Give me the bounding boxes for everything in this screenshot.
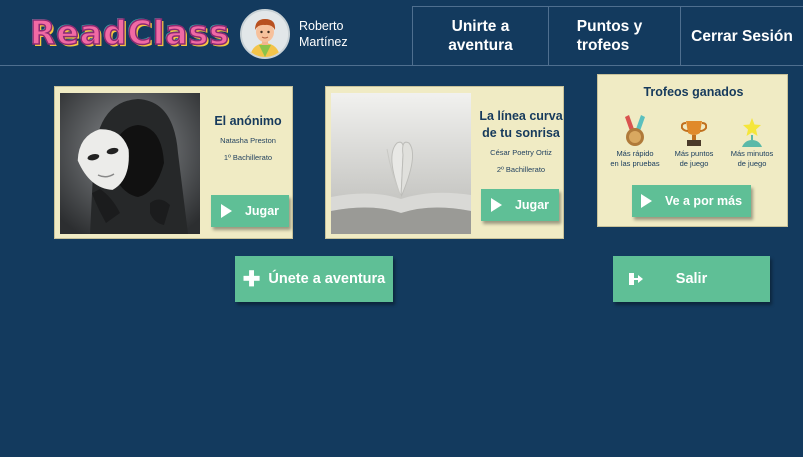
sign-out-icon	[629, 273, 643, 285]
nav-points-line2: trofeos	[576, 37, 630, 54]
app-logo: ReadClass	[29, 12, 230, 53]
nav-join-line2: aventura	[448, 37, 513, 54]
trophy-item: Más minutos de juego	[721, 113, 783, 168]
exit-button[interactable]: Salir	[613, 256, 770, 302]
trophies-card: Trofeos ganados Más rápido en las prueba…	[597, 74, 788, 227]
trophy-label-line1: Más rápido	[616, 149, 654, 158]
play-button-label: Jugar	[244, 204, 280, 218]
plus-icon: ✚	[242, 267, 261, 291]
user-name: Roberto Martínez	[299, 18, 348, 50]
hooded-mask-figure-icon	[60, 93, 200, 234]
play-button-label: Jugar	[514, 198, 550, 212]
trophy-item: Más puntos de juego	[663, 113, 725, 168]
trophy-item: Más rápido en las pruebas	[604, 113, 666, 168]
book-title-line1: La línea curva	[479, 109, 563, 123]
nav-logout[interactable]: Cerrar Sesión	[680, 6, 803, 66]
book-card: La línea curva de tu sonrisa César Poetr…	[325, 86, 564, 239]
book-grade: 2º Bachillerato	[496, 165, 546, 174]
join-adventure-button[interactable]: ✚ Únete a aventura	[235, 256, 393, 302]
trophy-label-line2: en las pruebas	[610, 158, 660, 168]
trophy-label-line2: de juego	[679, 158, 709, 168]
more-trophies-button[interactable]: Ve a por más	[632, 185, 751, 217]
medal-icon	[625, 115, 645, 146]
book-grade: 1º Bachillerato	[223, 153, 273, 162]
star-trophy-icon	[742, 118, 762, 147]
nav-points-trophies[interactable]: Puntos y trofeos	[548, 6, 680, 66]
book-title-line1: El anónimo	[214, 114, 282, 128]
more-trophies-label: Ve a por más	[664, 194, 743, 208]
user-last-name: Martínez	[299, 35, 348, 49]
book-title: La línea curva de tu sonrisa	[474, 108, 568, 142]
avatar	[240, 9, 290, 59]
book-cover-image	[331, 93, 471, 234]
play-button[interactable]: Jugar	[211, 195, 289, 227]
book-cover-image	[60, 93, 200, 234]
trophy-cup-icon	[681, 121, 707, 146]
exit-label: Salir	[675, 271, 708, 287]
book-title-line2: de tu sonrisa	[482, 126, 560, 140]
trophy-label-line1: Más minutos	[730, 149, 774, 158]
top-bar: ReadClass Roberto Martínez Unirte a aven…	[0, 0, 803, 66]
trophy-label-line1: Más puntos	[674, 149, 714, 158]
play-icon	[220, 204, 232, 218]
nav-logout-label: Cerrar Sesión	[691, 28, 793, 45]
user-avatar-icon	[242, 11, 288, 57]
join-adventure-label: Únete a aventura	[268, 271, 386, 287]
user-first-name: Roberto	[299, 19, 344, 33]
user-profile: Roberto Martínez	[240, 8, 348, 60]
play-icon	[490, 198, 502, 212]
nav-points-line1: Puntos y	[576, 18, 643, 35]
book-title: El anónimo	[205, 113, 291, 130]
nav-join-adventure[interactable]: Unirte a aventura	[412, 6, 548, 66]
trophy-label-line2: de juego	[737, 158, 767, 168]
play-button[interactable]: Jugar	[481, 189, 559, 221]
book-author: César Poetry Ortiz	[490, 148, 552, 157]
open-book-heart-icon	[331, 93, 471, 234]
nav-join-line1: Unirte a	[451, 18, 510, 35]
play-icon	[640, 194, 652, 208]
book-author: Natasha Preston	[220, 136, 276, 145]
book-card: El anónimo Natasha Preston 1º Bachillera…	[54, 86, 293, 239]
trophies-title: Trofeos ganados	[643, 85, 744, 99]
